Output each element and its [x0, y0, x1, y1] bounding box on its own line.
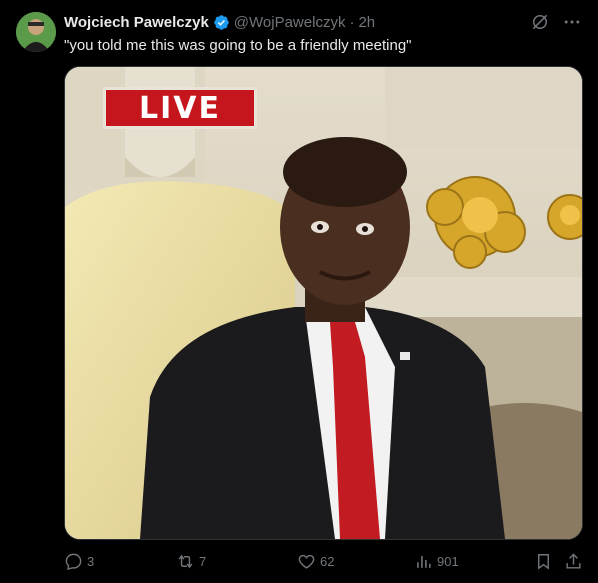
top-right-icons [530, 12, 582, 37]
share-button[interactable] [564, 552, 583, 571]
live-overlay: LIVE [103, 87, 257, 129]
tweet-header: Wojciech Pawelczyk @WojPawelczyk · 2h [64, 12, 375, 32]
bookmark-button[interactable] [534, 552, 553, 571]
repost-count: 7 [199, 553, 207, 569]
separator-dot: · [349, 13, 355, 31]
like-button[interactable]: 62 [297, 552, 334, 571]
display-name[interactable]: Wojciech Pawelczyk [64, 14, 209, 31]
more-icon[interactable] [562, 12, 582, 37]
tweet-video[interactable]: LIVE [64, 66, 583, 540]
share-icon [564, 552, 583, 571]
verified-badge-icon[interactable] [213, 14, 230, 31]
reply-count: 3 [87, 553, 95, 569]
reply-icon [64, 552, 83, 571]
tweet-text: "you told me this was going to be a frie… [64, 37, 412, 54]
repost-icon [176, 552, 195, 571]
reply-button[interactable]: 3 [64, 552, 94, 571]
bookmark-icon [534, 552, 553, 571]
views-chart-icon [414, 552, 433, 571]
video-frame [65, 67, 582, 539]
action-bar: 3 7 62 901 [64, 550, 582, 572]
views-count: 901 [437, 553, 459, 569]
repost-button[interactable]: 7 [176, 552, 206, 571]
heart-icon [297, 552, 316, 571]
avatar[interactable] [16, 12, 56, 52]
like-count: 62 [320, 553, 335, 569]
live-label: LIVE [139, 90, 221, 126]
timestamp[interactable]: 2h [358, 14, 375, 31]
grok-icon[interactable] [530, 12, 550, 37]
user-handle[interactable]: @WojPawelczyk [234, 14, 346, 31]
views-button[interactable]: 901 [414, 552, 459, 571]
